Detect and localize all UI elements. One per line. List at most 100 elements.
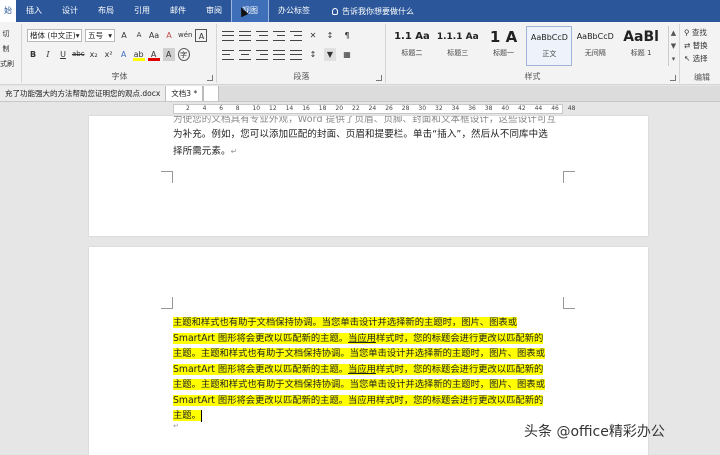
shading-icon[interactable]: ▼ [324, 48, 336, 61]
text-line: SmartArt 图形将会更改以匹配新的主题。当应用样式时，您的标题会进行更改以… [173, 393, 567, 409]
chinese-layout-icon[interactable]: ✕ [307, 29, 319, 42]
ruler-number: 6 [219, 105, 224, 112]
superscript-button[interactable]: x² [103, 48, 115, 61]
tell-me-text: 告诉我你想要做什么 [342, 6, 414, 16]
shrink-font-button[interactable]: A [133, 29, 145, 42]
tab-mailings[interactable]: 邮件 [160, 0, 196, 22]
font-color-button[interactable]: A [147, 48, 160, 61]
clipboard-group: 切 制 式刷 [0, 24, 22, 83]
justify-icon[interactable] [273, 49, 285, 60]
align-right-icon[interactable] [256, 49, 268, 60]
bullets-icon[interactable] [222, 30, 234, 41]
font-dialog-launcher-icon[interactable] [207, 75, 213, 81]
styles-dialog-launcher-icon[interactable] [670, 75, 676, 81]
ruler-number: 28 [401, 105, 410, 112]
ruler-number: 36 [468, 105, 476, 112]
paragraph-group: ✕ ↕ ¶ ↕ ▼ ▦ 段落 [218, 24, 386, 83]
align-center-icon[interactable] [239, 49, 251, 60]
highlight-button[interactable]: ab [132, 48, 145, 61]
ruler-number: 4 [202, 105, 207, 112]
strikethrough-button[interactable]: abc [72, 48, 85, 61]
char-border-button[interactable]: A [195, 29, 208, 42]
ruler-number: 38 [484, 105, 493, 112]
text-line: 主题。主题和样式也有助于文档保持协调。当您单击设计并选择新的主题时，图片、图表或 [173, 346, 567, 362]
enclose-char-button[interactable]: 字 [177, 48, 190, 61]
doc-tab-2[interactable]: 文档3 * [166, 86, 204, 101]
tab-office-tabs[interactable]: 办公标签 [268, 0, 320, 22]
paragraph-dialog-launcher-icon[interactable] [376, 75, 382, 81]
font-group: 楷体 (中文正) ▾ 五号 ▾ A A Aa A wén A B I U abc x… [23, 24, 217, 83]
italic-button[interactable]: I [42, 48, 54, 61]
change-case-button[interactable]: Aa [148, 29, 160, 42]
bold-button[interactable]: B [27, 48, 39, 61]
ruler-number: 8 [235, 105, 240, 112]
text-effects-button[interactable]: A [118, 48, 130, 61]
tab-insert[interactable]: 插入 [16, 0, 52, 22]
page-1-body[interactable]: 为使您的文档具有专业外观，Word 提供了页眉、页脚、封面和文本框设计，这些设计… [173, 116, 569, 160]
horizontal-ruler[interactable]: 2 4 6 8 10 12 14 16 18 20 22 24 26 28 30 32 34 36 38 40 42 44… [0, 102, 720, 116]
borders-icon[interactable]: ▦ [341, 48, 353, 61]
styles-group: 样式 [386, 24, 680, 83]
text-line: SmartArt 图形将会更改以匹配新的主题。当应用样式时，您的标题会进行更改以… [173, 331, 567, 347]
font-name-combo[interactable]: 楷体 (中文正) ▾ [27, 29, 82, 42]
font-group-label: 字体 [111, 72, 128, 81]
format-painter-button[interactable]: 式刷 [0, 58, 14, 71]
text-line: 择所需元素。↵ [173, 146, 238, 157]
tab-review[interactable]: 审阅 [196, 0, 232, 22]
ruler-number: 12 [269, 105, 277, 112]
end-paragraph-mark: ↵ [173, 422, 179, 430]
increase-indent-icon[interactable] [290, 30, 302, 41]
distributed-icon[interactable] [290, 49, 302, 60]
cut-button[interactable]: 切 [0, 28, 12, 41]
page-2-body[interactable]: 主题和样式也有助于文档保持协调。当您单击设计并选择新的主题时，图片、图表或 Sma… [173, 315, 567, 424]
tab-design[interactable]: 设计 [52, 0, 88, 22]
watermark: 头条 @office精彩办公 [524, 424, 665, 440]
document-tab-strip: 充了功能强大的方法帮助您证明您的观点.docx 文档3 * [0, 86, 720, 102]
ruler-number: 46 [551, 105, 559, 112]
underline-button[interactable]: U [57, 48, 69, 61]
editing-group-label: 编辑 [694, 73, 710, 82]
editing-group: ⚲ 查找 ⇄ 替换 ↖ 选择 [684, 26, 720, 65]
tab-layout[interactable]: 布局 [88, 0, 124, 22]
copy-button[interactable]: 制 [0, 43, 12, 56]
highlighted-text: 主题。主题和样式也有助于文档保持协调。当您单击设计并选择新的主题时，图片、图表或 [173, 348, 545, 359]
multilevel-list-icon[interactable] [256, 30, 268, 41]
ruler-number: 18 [318, 105, 327, 112]
ruler-number: 2 [186, 105, 190, 112]
decrease-indent-icon[interactable] [273, 30, 285, 41]
highlighted-text: SmartArt 图形将会更改以匹配新的主题。当应用样式时，您的标题会进行更改以… [173, 332, 544, 344]
tab-references[interactable]: 引用 [124, 0, 160, 22]
page-1: 为使您的文档具有专业外观，Word 提供了页眉、页脚、封面和文本框设计，这些设计… [89, 116, 648, 236]
phonetic-guide-button[interactable]: wén [178, 29, 192, 42]
ruler-number: 32 [435, 105, 443, 112]
show-marks-icon[interactable]: ¶ [341, 29, 353, 42]
ruler-number: 42 [518, 105, 526, 112]
line-spacing-icon[interactable]: ↕ [307, 48, 319, 61]
char-shading-button[interactable]: A [162, 48, 175, 61]
font-size-combo[interactable]: 五号 ▾ [85, 29, 115, 42]
styles-group-label: 样式 [524, 72, 541, 81]
subscript-button[interactable]: x₂ [88, 48, 100, 61]
ruler-number: 34 [451, 105, 460, 112]
clear-format-button[interactable]: A [163, 29, 175, 42]
grow-font-button[interactable]: A [118, 29, 130, 42]
margin-corner-mark [161, 171, 173, 183]
doc-tab-1[interactable]: 充了功能强大的方法帮助您证明您的观点.docx [0, 86, 167, 101]
ruler-number: 44 [534, 105, 543, 112]
margin-corner-mark [563, 171, 575, 183]
ruler-number: 30 [418, 105, 427, 112]
ruler-number: 24 [368, 105, 377, 112]
tab-home[interactable]: 始 [0, 0, 16, 22]
new-tab-button[interactable] [203, 86, 220, 101]
align-left-icon[interactable] [222, 49, 234, 60]
text-line: 主题和样式也有助于文档保持协调。当您单击设计并选择新的主题时，图片、图表或 [173, 315, 567, 331]
highlighted-text: SmartArt 图形将会更改以匹配新的主题。当应用样式时，您的标题会进行更改以… [173, 363, 544, 375]
numbering-icon[interactable] [239, 30, 251, 41]
find-button[interactable]: ⚲ 查找 [684, 26, 720, 39]
ribbon-tab-bar: 始 插入 设计 布局 引用 邮件 审阅 视图 办公标签 告诉我你想要做什么 [0, 0, 720, 23]
select-button[interactable]: ↖ 选择 [684, 52, 720, 65]
text-line: SmartArt 图形将会更改以匹配新的主题。当应用样式时，您的标题会进行更改以… [173, 362, 567, 378]
replace-button[interactable]: ⇄ 替换 [684, 39, 720, 52]
sort-icon[interactable]: ↕ [324, 29, 336, 42]
tell-me-box[interactable]: 告诉我你想要做什么 [332, 6, 414, 17]
